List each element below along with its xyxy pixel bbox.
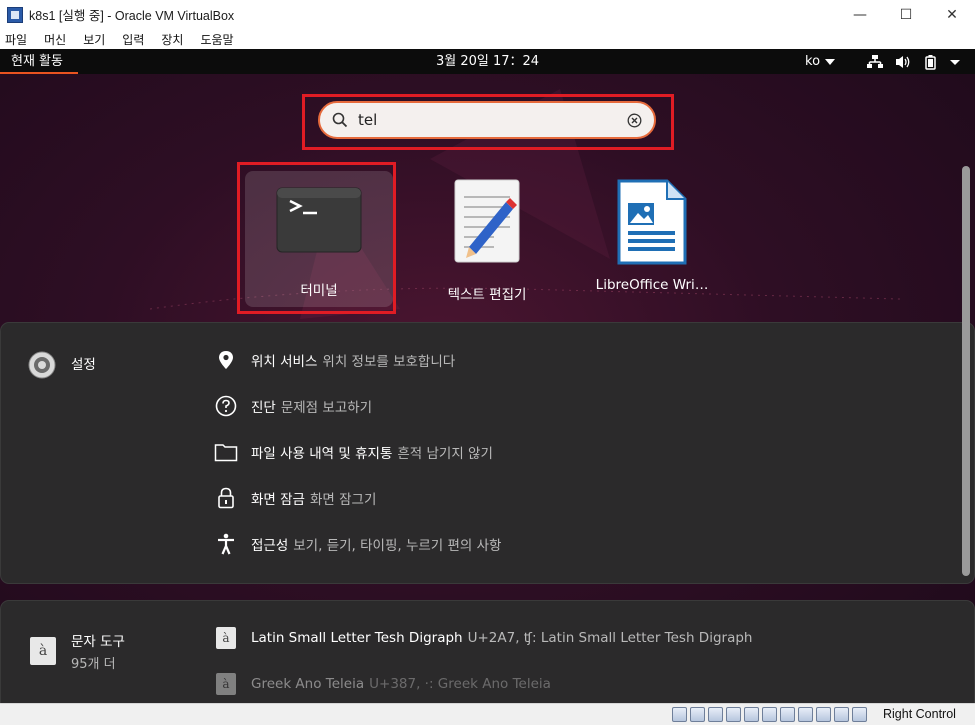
result-description: 문제점 보고하기: [280, 400, 373, 416]
cpu-icon[interactable]: [816, 707, 831, 722]
window-controls: — ☐ ✕: [837, 0, 975, 29]
character-result-tesh-digraph[interactable]: à Latin Small Letter Tesh Digraph U+2A7,…: [214, 623, 752, 653]
settings-result-accessibility[interactable]: 접근성 보기, 듣기, 타이핑, 누르기 편의 사항: [214, 529, 501, 559]
minimize-button[interactable]: —: [837, 0, 883, 29]
network-adapter-icon[interactable]: [726, 707, 741, 722]
settings-result-file-history[interactable]: 파일 사용 내역 및 휴지통 흔적 남기지 않기: [214, 437, 493, 467]
clear-icon[interactable]: [627, 113, 642, 128]
app-label-libreoffice-writer: LibreOffice Wri…: [595, 277, 709, 293]
settings-result-diagnostics[interactable]: 진단 문제점 보고하기: [214, 391, 372, 421]
provider-more-count[interactable]: 95개 더: [71, 653, 116, 672]
accessibility-icon: [214, 532, 238, 556]
window-titlebar: k8s1 [실행 중] - Oracle VM VirtualBox — ☐ ✕: [0, 0, 975, 29]
app-result-libreoffice-writer[interactable]: LibreOffice Wri…: [578, 171, 726, 307]
volume-icon: [896, 55, 910, 68]
battery-icon: [925, 54, 936, 70]
provider-name-settings: 설정: [71, 357, 96, 373]
guest-additions-icon[interactable]: [834, 707, 849, 722]
hard-disk-icon[interactable]: [672, 707, 687, 722]
result-title: 화면 잠금: [251, 492, 305, 508]
guest-screen: 현재 활동 3월 20일 17：24 ko tel 터미널 텍스트 편집기 Li…: [0, 49, 975, 703]
system-menu-caret-icon: [950, 59, 960, 65]
language-label: ko: [805, 54, 821, 69]
search-bar[interactable]: [318, 101, 656, 139]
recording-icon[interactable]: [798, 707, 813, 722]
search-input[interactable]: [358, 108, 613, 132]
result-description: 보기, 듣기, 타이핑, 누르기 편의 사항: [293, 538, 502, 554]
display-icon[interactable]: [780, 707, 795, 722]
settings-search-provider: 설정 위치 서비스 위치 정보를 보호합니다 진단 문제점 보고하기 파일 사용…: [0, 322, 975, 584]
character-glyph-icon: à: [216, 627, 236, 649]
network-icon: [867, 54, 883, 68]
result-description: U+2A7, ʧ: Latin Small Letter Tesh Digrap…: [467, 630, 753, 646]
menu-devices[interactable]: 장치: [161, 31, 183, 48]
text-editor-icon: [454, 179, 520, 263]
character-glyph-icon: à: [216, 673, 236, 695]
vbox-statusbar: Right Control: [0, 703, 975, 725]
virtualbox-app-icon: [7, 6, 23, 23]
result-description: 위치 정보를 보호합니다: [322, 354, 456, 370]
result-description: 흔적 남기지 않기: [397, 446, 493, 462]
result-title: Latin Small Letter Tesh Digraph: [251, 630, 463, 646]
window-title: k8s1 [실행 중] - Oracle VM VirtualBox: [29, 9, 235, 23]
result-title: 위치 서비스: [251, 354, 318, 370]
activities-underline: [0, 72, 78, 74]
audio-icon[interactable]: [708, 707, 723, 722]
menu-file[interactable]: 파일: [5, 31, 27, 48]
result-description: 화면 잠그기: [309, 492, 377, 508]
menu-view[interactable]: 보기: [83, 31, 105, 48]
host-key-label: Right Control: [883, 707, 956, 721]
app-result-text-editor[interactable]: 텍스트 편집기: [413, 171, 561, 307]
system-tray[interactable]: [866, 49, 962, 74]
location-pin-icon: [214, 348, 238, 372]
provider-name-characters: 문자 도구: [71, 634, 125, 650]
characters-search-provider: à 문자 도구 95개 더 à Latin Small Letter Tesh …: [0, 600, 975, 703]
vbox-status-icons: [672, 707, 870, 722]
lock-icon: [214, 486, 238, 510]
character-result-greek-ano-teleia[interactable]: à Greek Ano Teleia U+387, ·: Greek Ano T…: [214, 669, 551, 699]
settings-result-location[interactable]: 위치 서비스 위치 정보를 보호합니다: [214, 345, 455, 375]
search-icon: [332, 112, 348, 128]
result-title: 파일 사용 내역 및 휴지통: [251, 446, 393, 462]
menu-input[interactable]: 입력: [122, 31, 144, 48]
close-button[interactable]: ✕: [929, 0, 975, 29]
libreoffice-writer-icon: [617, 179, 687, 265]
folder-icon: [214, 440, 238, 464]
chevron-down-icon: [825, 58, 836, 65]
activities-button[interactable]: 현재 활동: [0, 49, 74, 74]
shared-folders-icon[interactable]: [762, 707, 777, 722]
characters-app-icon[interactable]: à: [30, 637, 56, 665]
menu-machine[interactable]: 머신: [44, 31, 66, 48]
optical-drive-icon[interactable]: [690, 707, 705, 722]
result-title: 접근성: [251, 538, 289, 554]
gnome-top-bar: 현재 활동 3월 20일 17：24 ko: [0, 49, 975, 74]
mouse-integration-icon[interactable]: [852, 707, 867, 722]
result-title: 진단: [251, 400, 276, 416]
app-label-text-editor: 텍스트 편집기: [447, 287, 527, 303]
maximize-button[interactable]: ☐: [883, 0, 929, 29]
vbox-menubar: 파일 머신 보기 입력 장치 도움말: [0, 29, 975, 49]
result-description: U+387, ·: Greek Ano Teleia: [369, 676, 551, 692]
settings-gear-icon[interactable]: [27, 350, 57, 380]
input-language-menu[interactable]: ko: [805, 49, 836, 74]
usb-icon[interactable]: [744, 707, 759, 722]
menu-help[interactable]: 도움말: [200, 31, 233, 48]
settings-result-screen-lock[interactable]: 화면 잠금 화면 잠그기: [214, 483, 376, 513]
results-scrollbar[interactable]: [962, 166, 970, 576]
help-circle-icon: [214, 394, 238, 418]
result-title: Greek Ano Teleia: [251, 676, 365, 692]
terminal-highlight-box: [237, 162, 396, 314]
